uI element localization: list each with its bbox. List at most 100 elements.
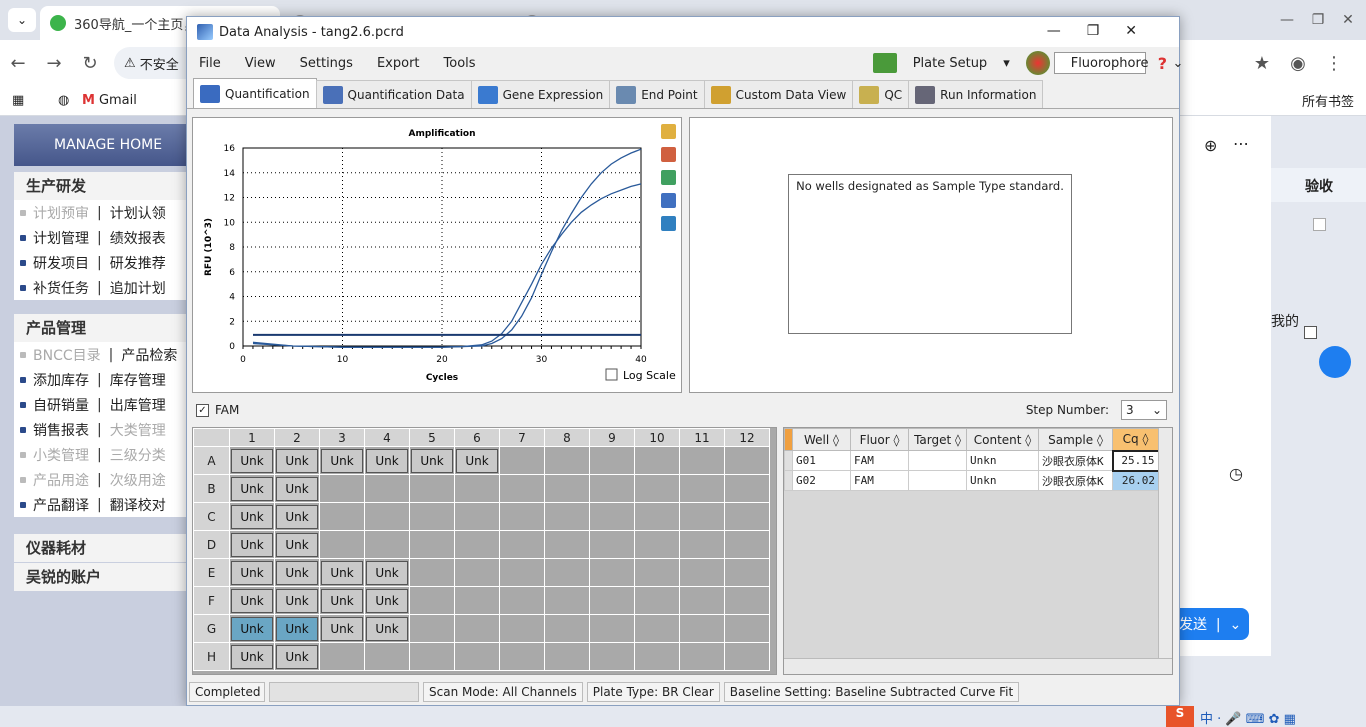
- plate-col-header[interactable]: 11: [679, 428, 725, 447]
- plate-cell[interactable]: [589, 558, 635, 587]
- plate-row-header[interactable]: A: [193, 446, 230, 475]
- plate-cell[interactable]: [724, 530, 770, 559]
- plate-cell[interactable]: [544, 446, 590, 475]
- plate-cell[interactable]: [364, 474, 410, 503]
- menu-link[interactable]: 三级分类: [110, 445, 166, 465]
- plate-cell[interactable]: [409, 558, 455, 587]
- menu-link[interactable]: 添加库存: [33, 370, 89, 390]
- column-header[interactable]: Content ◊: [966, 428, 1039, 451]
- menu-link[interactable]: 计划预审: [33, 203, 89, 223]
- menu-section-title[interactable]: 吴锐的账户: [14, 563, 190, 591]
- column-header[interactable]: Fluor ◊: [850, 428, 909, 451]
- reload-icon[interactable]: ↻: [72, 53, 108, 74]
- plate-cell[interactable]: Unk: [229, 502, 275, 531]
- plate-cell[interactable]: [364, 502, 410, 531]
- tab-quantification-data[interactable]: Quantification Data: [315, 80, 472, 108]
- menu-link[interactable]: BNCC目录: [33, 345, 101, 365]
- all-bookmarks[interactable]: 所有书签: [1302, 91, 1354, 110]
- plate-cell[interactable]: [409, 586, 455, 615]
- well[interactable]: Unk: [231, 532, 273, 557]
- plate-cell[interactable]: Unk: [274, 446, 320, 475]
- plate-cell[interactable]: [589, 502, 635, 531]
- chart-tool-icon[interactable]: [661, 216, 676, 231]
- tab-run-information[interactable]: Run Information: [908, 80, 1044, 108]
- chart-tool-icon[interactable]: [661, 193, 676, 208]
- plate-cell[interactable]: Unk: [409, 446, 455, 475]
- bookmark-gmail[interactable]: Gmail: [99, 93, 137, 108]
- menu-link[interactable]: 研发推荐: [110, 253, 166, 273]
- menu-link[interactable]: 产品检索: [121, 345, 177, 365]
- checkbox[interactable]: [1313, 218, 1326, 231]
- plate-cell[interactable]: Unk: [229, 614, 275, 643]
- well[interactable]: Unk: [276, 588, 318, 613]
- plate-cell[interactable]: [454, 642, 500, 671]
- menu-link[interactable]: 次级用途: [110, 470, 166, 490]
- step-select[interactable]: 3 ⌄: [1121, 400, 1167, 420]
- menu-icon[interactable]: ⋮: [1316, 53, 1352, 74]
- plate-cell[interactable]: [634, 474, 680, 503]
- plate-cell[interactable]: [589, 614, 635, 643]
- menu-view[interactable]: View: [233, 56, 288, 71]
- plate-cell[interactable]: [544, 530, 590, 559]
- plate-cell[interactable]: [364, 530, 410, 559]
- plate-cell[interactable]: [589, 642, 635, 671]
- plate-cell[interactable]: Unk: [364, 614, 410, 643]
- plate-cell[interactable]: [499, 614, 545, 643]
- plate-cell[interactable]: [499, 530, 545, 559]
- plate-cell[interactable]: [364, 642, 410, 671]
- plate-cell[interactable]: [409, 642, 455, 671]
- horizontal-scrollbar[interactable]: [784, 658, 1172, 674]
- well[interactable]: Unk: [321, 588, 363, 613]
- plate-cell[interactable]: [724, 558, 770, 587]
- plate-row-header[interactable]: F: [193, 586, 230, 615]
- column-header[interactable]: Sample ◊: [1038, 428, 1113, 451]
- well[interactable]: Unk: [276, 560, 318, 585]
- fam-checkbox[interactable]: ✓: [196, 403, 209, 417]
- star-icon[interactable]: ★: [1244, 53, 1280, 74]
- plate-row-header[interactable]: G: [193, 614, 230, 643]
- plate-cell[interactable]: Unk: [274, 502, 320, 531]
- plate-cell[interactable]: [409, 474, 455, 503]
- plate-cell[interactable]: [319, 474, 365, 503]
- well[interactable]: Unk: [276, 504, 318, 529]
- plate-cell[interactable]: [454, 558, 500, 587]
- column-header[interactable]: Target ◊: [908, 428, 967, 451]
- plate-cell[interactable]: [454, 474, 500, 503]
- table-row[interactable]: G02 FAM Unkn 沙眼衣原体K 26.02: [784, 470, 1159, 491]
- apps-icon[interactable]: ▦: [12, 93, 32, 108]
- menu-file[interactable]: File: [187, 56, 233, 71]
- plate-cell[interactable]: [319, 642, 365, 671]
- well[interactable]: Unk: [276, 476, 318, 501]
- plate-cell[interactable]: [679, 642, 725, 671]
- plate-cell[interactable]: [724, 586, 770, 615]
- input-tray-icons[interactable]: 中 · 🎤 ⌨ ✿ ▦: [1200, 708, 1296, 727]
- menu-link[interactable]: 自研销量: [33, 395, 89, 415]
- menu-link[interactable]: 库存管理: [110, 370, 166, 390]
- plate-cell[interactable]: Unk: [364, 558, 410, 587]
- plate-row-header[interactable]: E: [193, 558, 230, 587]
- plate-cell[interactable]: [679, 558, 725, 587]
- plate-cell[interactable]: Unk: [364, 446, 410, 475]
- well[interactable]: Unk: [321, 616, 363, 641]
- well[interactable]: Unk: [231, 616, 273, 641]
- menu-link[interactable]: 产品翻译: [33, 495, 89, 515]
- well[interactable]: Unk: [276, 616, 318, 641]
- menu-export[interactable]: Export: [365, 56, 432, 71]
- plate-cell[interactable]: [499, 446, 545, 475]
- well[interactable]: Unk: [366, 448, 408, 473]
- plate-col-header[interactable]: 1: [229, 428, 275, 447]
- window-controls[interactable]: —❐✕: [1047, 23, 1163, 39]
- plate-cell[interactable]: [634, 530, 680, 559]
- row-selector[interactable]: [784, 470, 793, 491]
- well[interactable]: Unk: [366, 560, 408, 585]
- plate-col-header[interactable]: 6: [454, 428, 500, 447]
- plate-cell[interactable]: Unk: [319, 558, 365, 587]
- chart-tool-icon[interactable]: [661, 147, 676, 162]
- plate-cell[interactable]: Unk: [274, 642, 320, 671]
- well[interactable]: Unk: [231, 504, 273, 529]
- menu-link[interactable]: 销售报表: [33, 420, 89, 440]
- plate-cell[interactable]: [409, 502, 455, 531]
- menu-link[interactable]: 绩效报表: [110, 228, 166, 248]
- fluor-color-icon[interactable]: [1025, 51, 1050, 75]
- plate-col-header[interactable]: 8: [544, 428, 590, 447]
